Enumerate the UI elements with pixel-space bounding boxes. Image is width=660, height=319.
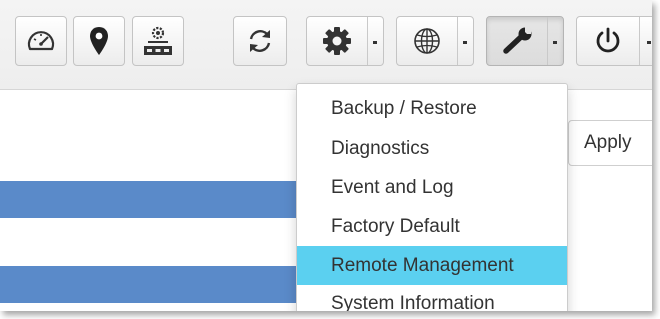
top-toolbar: [0, 0, 652, 90]
dashboard-gauge-icon: [27, 31, 55, 51]
app-window: Apply Backup / Restore Diagnostics Event…: [0, 0, 652, 311]
dashboard-button[interactable]: [15, 16, 67, 66]
chevron-down-icon: [462, 41, 467, 44]
menu-item-remote-management[interactable]: Remote Management: [297, 246, 567, 285]
gear-icon: [323, 27, 351, 55]
menu-item-event-and-log[interactable]: Event and Log: [297, 168, 567, 207]
settings-button[interactable]: [307, 17, 368, 65]
apply-button[interactable]: Apply: [568, 120, 652, 166]
language-button[interactable]: [397, 17, 458, 65]
location-pin-icon: [90, 27, 108, 55]
language-dropdown[interactable]: [396, 16, 474, 66]
power-icon: [596, 27, 620, 53]
power-button[interactable]: [577, 17, 640, 65]
power-dropdown[interactable]: [576, 16, 652, 66]
settings-caret[interactable]: [366, 17, 383, 65]
settings-dropdown[interactable]: [306, 16, 384, 66]
power-caret[interactable]: [640, 17, 652, 65]
chevron-down-icon: [372, 41, 377, 44]
menu-item-system-information[interactable]: System Information: [297, 284, 567, 311]
devices-button[interactable]: [132, 16, 184, 66]
tools-menu: Backup / Restore Diagnostics Event and L…: [296, 83, 568, 311]
location-button[interactable]: [73, 16, 125, 66]
menu-item-diagnostics[interactable]: Diagnostics: [297, 129, 567, 168]
table-row-band: [0, 181, 300, 218]
chevron-down-icon: [646, 41, 651, 44]
refresh-icon: [249, 30, 271, 52]
table-row-band: [0, 266, 300, 303]
network-devices-icon: [144, 26, 172, 55]
tools-dropdown[interactable]: [486, 16, 564, 66]
wrench-icon: [503, 27, 532, 54]
refresh-button[interactable]: [233, 16, 287, 66]
menu-item-factory-default[interactable]: Factory Default: [297, 207, 567, 246]
globe-icon: [414, 28, 440, 54]
tools-caret[interactable]: [546, 17, 563, 65]
tools-button[interactable]: [487, 17, 548, 65]
menu-item-backup-restore[interactable]: Backup / Restore: [297, 89, 567, 128]
chevron-down-icon: [552, 41, 557, 44]
language-caret[interactable]: [456, 17, 473, 65]
